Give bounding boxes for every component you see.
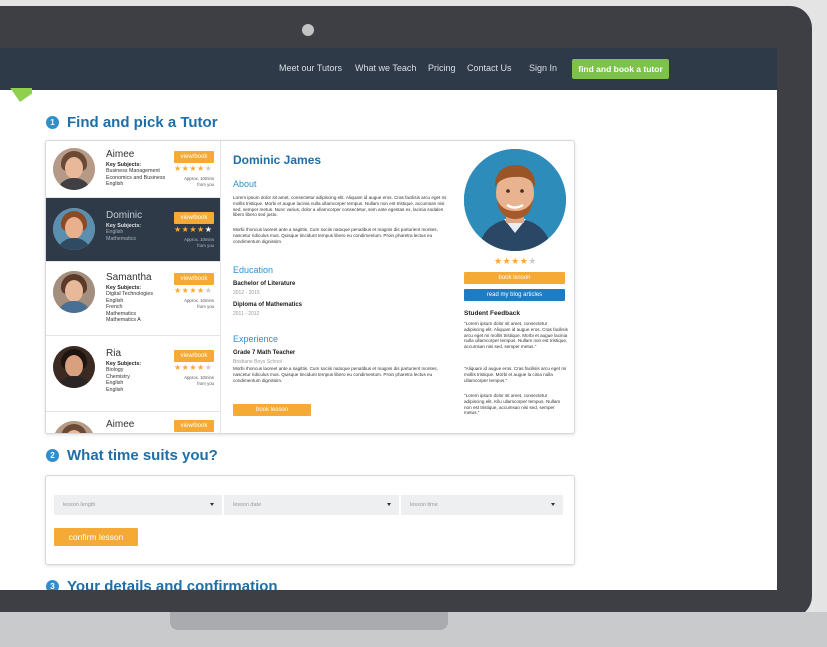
rating-stars: ★★★★★ bbox=[174, 363, 213, 372]
view-book-button[interactable]: view/book bbox=[174, 212, 214, 224]
step-number: 2 bbox=[46, 449, 59, 462]
avatar bbox=[53, 271, 95, 313]
tutor-subjects: English Mathematics bbox=[106, 229, 137, 242]
schedule-card: lesson length lesson date lesson time co… bbox=[45, 475, 575, 565]
step-number: 3 bbox=[46, 580, 59, 590]
feedback-quote: "Aliquam id augue eros. Cras facilisis a… bbox=[464, 366, 567, 383]
webcam bbox=[302, 24, 314, 36]
tutor-list[interactable]: Aimee Key Subjects: Business Management E… bbox=[46, 141, 221, 433]
tutor-profile: Dominic James About Lorem ipsum dolor si… bbox=[233, 141, 465, 433]
view-book-button[interactable]: view/book bbox=[174, 273, 214, 285]
about-paragraph-2: Morbi rhoncus laoreet ante a sagittis. C… bbox=[233, 227, 438, 244]
avatar bbox=[53, 208, 95, 250]
tutor-subjects: Digital Technologies English French Mathema… bbox=[106, 291, 154, 323]
profile-rating-stars: ★★★★★ bbox=[494, 256, 537, 266]
tutor-list-item-active[interactable]: Dominic Key Subjects: English Mathematics… bbox=[46, 198, 220, 262]
side-book-lesson-button[interactable]: book lesson bbox=[464, 272, 565, 284]
tutor-list-item[interactable]: Ria Key Subjects: Biology Chemistry Englis… bbox=[46, 336, 220, 412]
step-3-header: 3 Your details and confirmation bbox=[46, 578, 278, 590]
avatar bbox=[53, 346, 95, 388]
decorative-swoosh bbox=[0, 88, 32, 126]
top-navigation: Meet our Tutors What we Teach Pricing Co… bbox=[0, 48, 777, 90]
about-title: About bbox=[233, 179, 257, 189]
education-years: 2011 - 2012 bbox=[233, 311, 260, 317]
tutor-photo bbox=[464, 149, 566, 251]
student-feedback-title: Student Feedback bbox=[464, 310, 520, 317]
distance-text: Approx. 10mins from you bbox=[184, 298, 214, 309]
book-lesson-button[interactable]: book lesson bbox=[233, 404, 311, 416]
nav-contact-us[interactable]: Contact Us bbox=[467, 63, 512, 73]
view-book-button[interactable]: view/book bbox=[174, 420, 214, 432]
about-paragraph-1: Lorem ipsum dolor sit amet, consectetur … bbox=[233, 195, 447, 218]
avatar bbox=[53, 148, 95, 190]
tutor-picker-card: Aimee Key Subjects: Business Management E… bbox=[45, 140, 575, 434]
tutor-name: Aimee bbox=[106, 419, 135, 430]
chevron-down-icon bbox=[210, 503, 214, 506]
step-number: 1 bbox=[46, 116, 59, 129]
nav-sign-in[interactable]: Sign In bbox=[529, 63, 557, 73]
tutor-name: Aimee bbox=[106, 149, 135, 160]
avatar bbox=[53, 421, 95, 433]
experience-role: Grade 7 Math Teacher bbox=[233, 350, 296, 356]
experience-school: Brisbane Boys School bbox=[233, 359, 282, 365]
step-title: Find and pick a Tutor bbox=[67, 114, 218, 131]
rating-stars: ★★★★★ bbox=[174, 225, 213, 234]
lesson-time-select[interactable]: lesson time bbox=[401, 495, 563, 515]
tutor-list-item[interactable]: Aimee view/book bbox=[46, 412, 220, 433]
step-title: Your details and confirmation bbox=[67, 578, 278, 590]
feedback-quote: "Lorem ipsum dolor sit amet, consectetur… bbox=[464, 393, 561, 416]
distance-text: Approx. 10mins from you bbox=[184, 237, 214, 248]
distance-text: Approx. 10mins from you bbox=[184, 176, 214, 187]
experience-text: Morbi rhoncus laoreet ante a sagittis. C… bbox=[233, 366, 438, 383]
tutor-subjects: Biology Chemistry English English bbox=[106, 367, 130, 393]
tutor-list-item[interactable]: Aimee Key Subjects: Business Management E… bbox=[46, 141, 220, 198]
nav-pricing[interactable]: Pricing bbox=[428, 63, 456, 73]
find-book-tutor-button[interactable]: find and book a tutor bbox=[572, 59, 669, 79]
rating-stars: ★★★★★ bbox=[174, 286, 213, 295]
education-degree: Diploma of Mathematics bbox=[233, 302, 303, 308]
tutor-name: Ria bbox=[106, 348, 122, 359]
tutor-list-item[interactable]: Samantha Key Subjects: Digital Technolog… bbox=[46, 262, 220, 336]
lesson-date-select[interactable]: lesson date bbox=[224, 495, 399, 515]
nav-meet-tutors[interactable]: Meet our Tutors bbox=[279, 63, 342, 73]
website-screen: Meet our Tutors What we Teach Pricing Co… bbox=[0, 48, 777, 590]
chevron-down-icon bbox=[551, 503, 555, 506]
profile-sidebar: ★★★★★ book lesson read my blog articles … bbox=[464, 141, 568, 433]
step-title: What time suits you? bbox=[67, 447, 218, 464]
step-1-header: 1 Find and pick a Tutor bbox=[46, 114, 218, 131]
chevron-down-icon bbox=[387, 503, 391, 506]
view-book-button[interactable]: view/book bbox=[174, 151, 214, 163]
lesson-length-select[interactable]: lesson length bbox=[54, 495, 222, 515]
laptop-mockup: Meet our Tutors What we Teach Pricing Co… bbox=[0, 0, 827, 647]
feedback-quote: "Lorem ipsum dolor sit amet, consectetur… bbox=[464, 321, 568, 350]
tutor-name: Samantha bbox=[106, 272, 152, 283]
profile-name: Dominic James bbox=[233, 153, 322, 167]
rating-stars: ★★★★★ bbox=[174, 164, 213, 173]
confirm-lesson-button[interactable]: confirm lesson bbox=[54, 528, 138, 546]
tutor-name: Dominic bbox=[106, 210, 143, 221]
laptop-notch bbox=[170, 612, 448, 630]
education-degree: Bachelor of Literature bbox=[233, 281, 296, 287]
education-years: 2012 - 2015 bbox=[233, 290, 260, 296]
view-book-button[interactable]: view/book bbox=[174, 350, 214, 362]
experience-title: Experience bbox=[233, 334, 279, 344]
education-title: Education bbox=[233, 265, 274, 275]
step-2-header: 2 What time suits you? bbox=[46, 447, 218, 464]
read-blog-button[interactable]: read my blog articles bbox=[464, 289, 565, 301]
nav-what-we-teach[interactable]: What we Teach bbox=[355, 63, 416, 73]
distance-text: Approx. 10mins from you bbox=[184, 375, 214, 386]
tutor-subjects: Business Management Economics and Busines… bbox=[106, 168, 166, 187]
